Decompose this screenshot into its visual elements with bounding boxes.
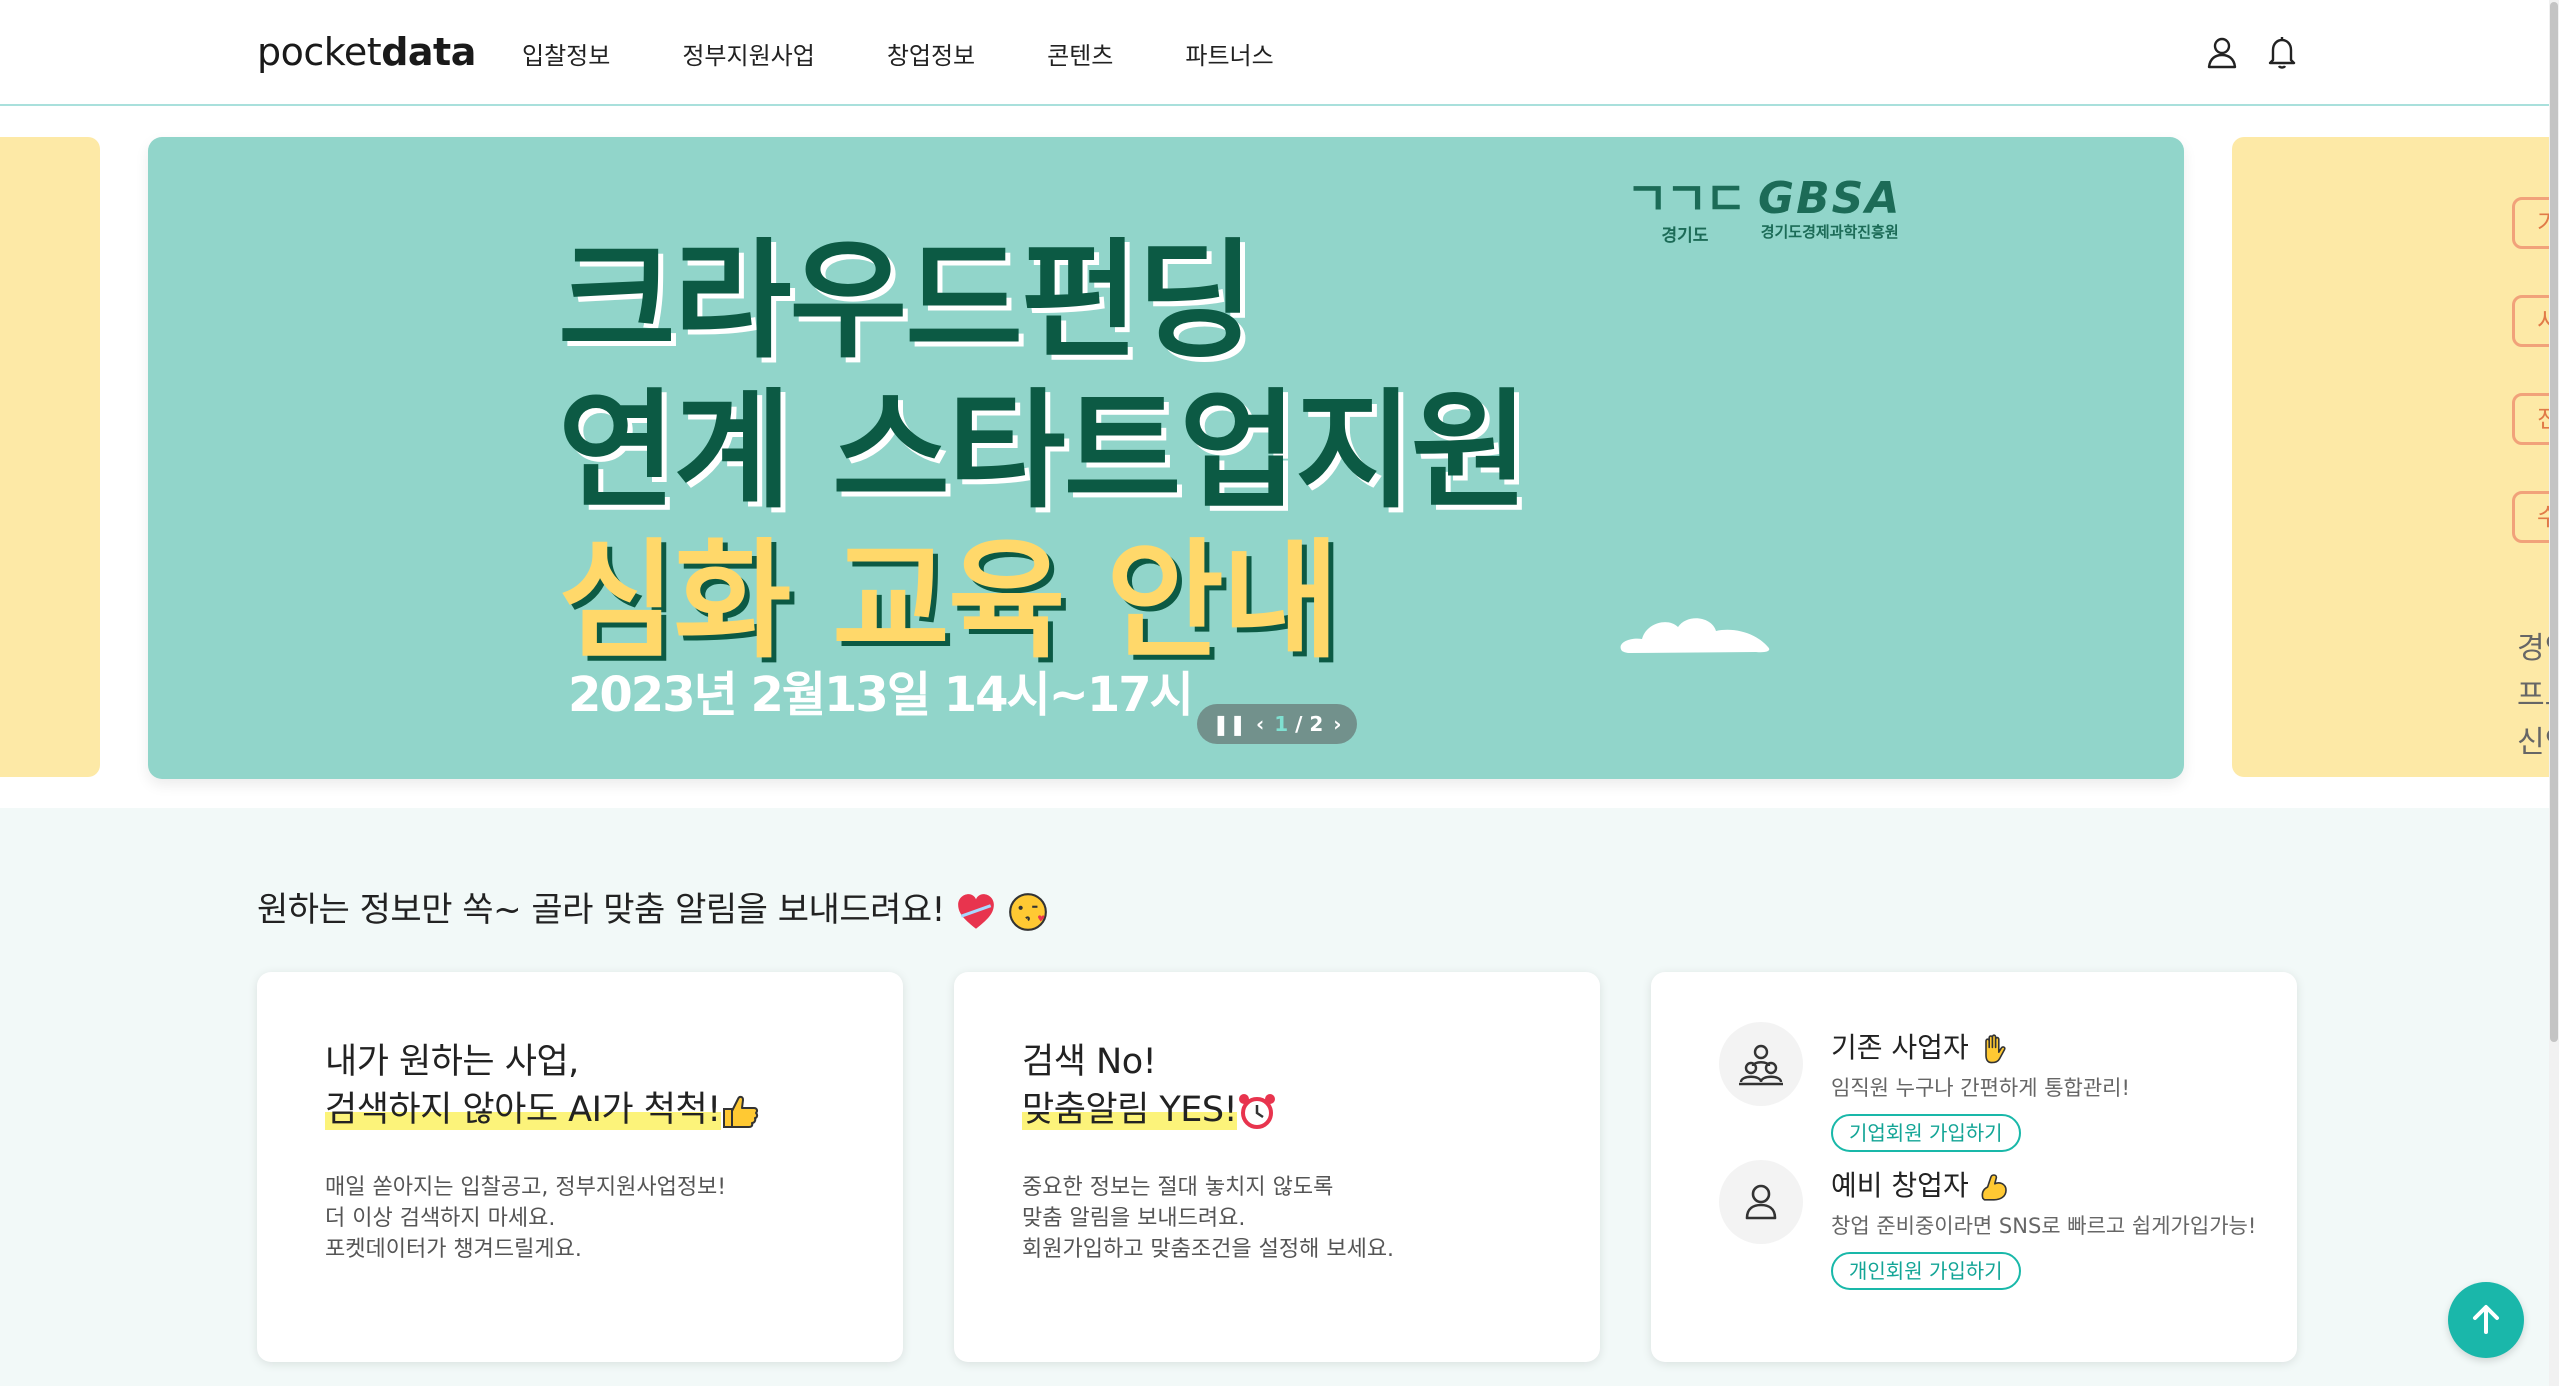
main-banner-slide[interactable]: 크라우드펀딩 연계 스타트업지원 심화 교육 안내 2023년 2월13일 14… <box>148 137 2184 779</box>
banner-date: 2023년 2월13일 14시~17시 <box>568 667 1194 723</box>
carousel-pager: ❚❚ ‹ 1 / 2 › <box>1197 704 1357 744</box>
prospective-founder-avatar <box>1719 1160 1803 1244</box>
ai-search-card-desc-line3: 포켓데이터가 챙겨드릴게요. <box>325 1237 582 1262</box>
prospective-founder-subtitle: 창업 준비중이라면 SNS로 빠르고 쉽게가입가능! <box>1831 1214 2257 1238</box>
existing-business-avatar <box>1719 1022 1803 1106</box>
pager-current: 1 <box>1274 712 1289 736</box>
gbsa-logo-caption: 경기도경제과학진흥원 <box>1760 223 1899 241</box>
existing-business-subtitle: 임직원 누구나 간편하게 통합관리! <box>1831 1076 2130 1100</box>
ai-search-card-desc-line2: 더 이상 검색하지 마세요. <box>325 1206 556 1231</box>
bell-icon[interactable] <box>2264 34 2300 70</box>
business-signup-button[interactable]: 기업회원 가입하기 <box>1831 1114 2021 1152</box>
ai-search-card-heading: 내가 원하는 사업, 검색하지 않아도 AI가 척척! <box>325 1038 761 1134</box>
pager-total: 2 <box>1309 712 1324 736</box>
nav-gov-support[interactable]: 정부지원사업 <box>682 36 814 71</box>
pocketdata-logo[interactable]: pocketdata <box>257 30 476 74</box>
alert-section: 원하는 정보만 쏙~ 골라 맞춤 알림을 보내드려요! 내가 원하는 사업, 검… <box>0 808 2559 1386</box>
waving-hand-icon <box>1984 1034 2006 1064</box>
nav-bid-info[interactable]: 입찰정보 <box>522 36 610 71</box>
arrow-up-icon <box>2473 1305 2499 1334</box>
kissing-face-icon <box>1009 892 1048 931</box>
pause-icon[interactable]: ❚❚ <box>1212 712 1246 736</box>
chevron-right-icon[interactable]: › <box>1333 712 1341 736</box>
scrollbar-thumb[interactable] <box>2550 2 2558 1042</box>
custom-alert-card-heading-line2: 맞춤알림 YES! <box>1022 1090 1238 1130</box>
logo-text-data: data <box>381 30 476 74</box>
prospective-founder-title-text: 예비 창업자 <box>1831 1169 1969 1202</box>
main-nav: 입찰정보 정부지원사업 창업정보 콘텐츠 파트너스 <box>522 36 1346 71</box>
ai-search-card: 내가 원하는 사업, 검색하지 않아도 AI가 척척! 매일 쏟아지는 입찰공고… <box>257 972 903 1362</box>
section-title-text: 원하는 정보만 쏙~ 골라 맞춤 알림을 보내드려요! <box>257 890 945 930</box>
chevron-left-icon[interactable]: ‹ <box>1256 712 1264 736</box>
personal-signup-button[interactable]: 개인회원 가입하기 <box>1831 1252 2021 1290</box>
user-icon[interactable] <box>2204 34 2240 70</box>
heart-icon <box>958 893 994 929</box>
scroll-to-top-button[interactable] <box>2448 1282 2524 1358</box>
ai-search-card-desc-line1: 매일 쏟아지는 입찰공고, 정부지원사업정보! <box>325 1175 727 1200</box>
prospective-founder-title: 예비 창업자 <box>1831 1164 2010 1204</box>
cloud-illustration <box>1620 618 1770 653</box>
custom-alert-card: 검색 No! 맞춤알림 YES! 중요한 정보는 절대 놓치지 않도록 맞춤 알… <box>954 972 1600 1362</box>
thumbs-up-icon <box>722 1095 758 1128</box>
alarm-clock-icon <box>1239 1094 1276 1129</box>
gbsa-logo-mark: GBSA <box>1758 173 1902 224</box>
flexed-biceps-icon <box>1981 1174 2007 1201</box>
existing-business-title-text: 기존 사업자 <box>1831 1031 1969 1064</box>
ai-search-card-heading-line2: 검색하지 않아도 AI가 척척! <box>325 1090 721 1130</box>
page-scrollbar[interactable] <box>2549 0 2559 1386</box>
person-icon <box>1745 1184 1777 1220</box>
nav-contents[interactable]: 콘텐츠 <box>1047 36 1113 71</box>
custom-alert-card-desc: 중요한 정보는 절대 놓치지 않도록 맞춤 알림을 보내드려요. 회원가입하고 … <box>1022 1172 1394 1265</box>
team-icon <box>1739 1044 1783 1086</box>
banner-carousel: 크라우드펀딩 연계 스타트업지원 심화 교육 안내 2023년 2월13일 14… <box>0 108 2559 808</box>
membership-card: 기존 사업자 임직원 누구나 간편하게 통합관리! 기업회원 가입하기 예비 창… <box>1651 972 2297 1362</box>
gyeonggi-logo-mark: ㄱㄱㄷ <box>1626 172 1747 226</box>
custom-alert-card-heading-line1: 검색 No! <box>1022 1042 1157 1082</box>
existing-business-title: 기존 사업자 <box>1831 1026 2010 1066</box>
logo-text-pocket: pocket <box>257 30 382 74</box>
custom-alert-card-desc-line3: 회원가입하고 맞춤조건을 설정해 보세요. <box>1022 1237 1395 1262</box>
nav-startup-info[interactable]: 창업정보 <box>887 36 975 71</box>
next-banner-peek[interactable]: 기 시 진 수 경인 프로 신인 <box>2232 137 2559 777</box>
top-header: pocketdata 입찰정보 정부지원사업 창업정보 콘텐츠 파트너스 <box>0 0 2559 106</box>
custom-alert-card-desc-line2: 맞춤 알림을 보내드려요. <box>1022 1206 1246 1231</box>
section-title: 원하는 정보만 쏙~ 골라 맞춤 알림을 보내드려요! <box>257 882 1049 933</box>
custom-alert-card-desc-line1: 중요한 정보는 절대 놓치지 않도록 <box>1022 1175 1334 1200</box>
custom-alert-card-heading: 검색 No! 맞춤알림 YES! <box>1022 1038 1277 1134</box>
gyeonggi-logo: ㄱㄱㄷ 경기도 <box>1626 172 1747 246</box>
gbsa-logo: GBSA 경기도경제과학진흥원 <box>1758 177 1901 242</box>
ai-search-card-desc: 매일 쏟아지는 입찰공고, 정부지원사업정보! 더 이상 검색하지 마세요. 포… <box>325 1172 726 1265</box>
ai-search-card-heading-line1: 내가 원하는 사업, <box>325 1042 579 1082</box>
pager-separator: / <box>1295 712 1303 736</box>
prev-banner-peek[interactable] <box>0 137 100 777</box>
nav-partners[interactable]: 파트너스 <box>1185 36 1273 71</box>
